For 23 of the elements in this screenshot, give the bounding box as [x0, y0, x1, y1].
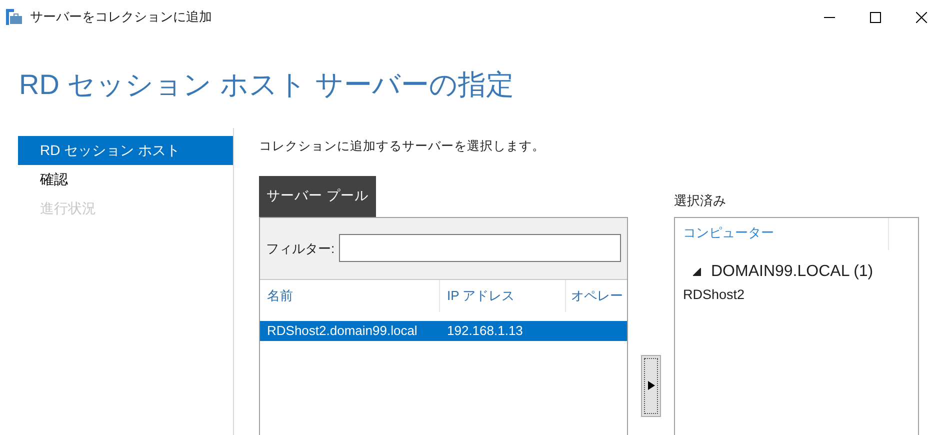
page-title: RD セッション ホスト サーバーの指定: [19, 68, 514, 102]
minimize-icon: [824, 16, 834, 18]
column-header[interactable]: オペレー: [566, 280, 627, 312]
right-triangle-icon: [648, 381, 654, 390]
window-title: サーバーをコレクションに追加: [30, 8, 212, 26]
filter-field[interactable]: [338, 234, 621, 262]
step-item[interactable]: RD セッション ホスト: [18, 136, 233, 165]
group-label[interactable]: DOMAIN99.LOCAL (1): [711, 260, 874, 284]
add-button[interactable]: [641, 354, 661, 417]
maximize-icon: [870, 12, 880, 22]
expanded-triangle-icon[interactable]: [693, 268, 701, 276]
selected-label: 選択済み: [674, 192, 726, 210]
column-header[interactable]: IP アドレス: [440, 280, 566, 312]
filter-label: フィルター:: [266, 240, 335, 258]
server-pool-tab[interactable]: サーバー プール: [259, 176, 376, 217]
column-header[interactable]: 名前: [260, 280, 440, 312]
app-icon: [6, 9, 22, 25]
step-item[interactable]: 確認: [18, 165, 233, 194]
column-header[interactable]: コンピューター: [683, 224, 774, 240]
table-row[interactable]: RDShost2.domain99.local 192.168.1.13: [260, 320, 627, 341]
tree-item[interactable]: RDShost2: [683, 286, 745, 302]
instruction-text: コレクションに追加するサーバーを選択します。: [259, 138, 545, 155]
close-icon: [916, 12, 926, 22]
